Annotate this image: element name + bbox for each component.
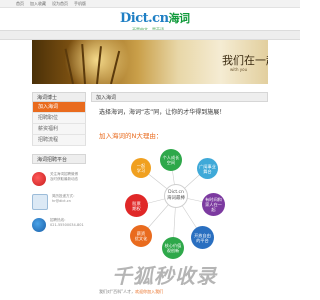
platform-title: 海词招聘平台 — [32, 154, 86, 164]
logo-wordmark-cn: 海词 — [168, 12, 191, 25]
reason-node-family: 有时间和 家人在一起 — [202, 193, 225, 216]
topnav-home[interactable]: 首页 — [16, 0, 24, 7]
hero-banner: 我们在一起 with you — [32, 40, 268, 84]
phone-icon — [32, 218, 46, 232]
sidebar-item-benefits[interactable]: 薪资福利 — [32, 124, 86, 135]
reason-node-platform: 开放自由 的平台 — [191, 226, 214, 249]
mail-icon — [32, 194, 48, 210]
contact-mail-text: 简历投递方式： hr@dict.cn — [52, 194, 77, 204]
reason-node-stock: 股票 期权 — [125, 194, 148, 217]
content-header: 加入海词 — [91, 92, 268, 102]
topnav-mobile[interactable]: 手机版 — [74, 0, 86, 7]
topnav-set-home[interactable]: 设为首页 — [52, 0, 68, 7]
banner-title: 我们在一起 — [222, 54, 268, 67]
reason-node-growth: 个人成长 空间 — [160, 149, 182, 171]
logo-wordmark-latin: Dict.cn — [120, 11, 169, 26]
logo-wordmark: Dict.cn海词 — [120, 10, 190, 26]
reason-node-career: 广阔事业 舞台 — [197, 158, 218, 179]
footer-link[interactable]: 欢迎你加入我们 — [135, 289, 163, 294]
reason-node-learning: 一起 学习 — [131, 158, 151, 178]
sidebar-item-join[interactable]: 加入海词 — [32, 102, 86, 113]
top-nav: 首页 加入收藏 设为首页 手机版 — [16, 0, 86, 7]
sidebar: 海词博士 加入海词 招聘职位 薪资福利 招聘流程 海词招聘平台 关注海词招聘微博… — [32, 92, 86, 232]
contact-line: 及时获取最新动态 — [50, 177, 78, 181]
sidebar-title: 海词博士 — [32, 92, 86, 102]
main-nav-bar — [0, 30, 300, 40]
contact-phone[interactable]: 招聘热线： 021-55500034-801 — [32, 218, 86, 232]
contact-weibo-text: 关注海词招聘微博 及时获取最新动态 — [50, 172, 78, 182]
weibo-icon — [32, 172, 46, 186]
contact-phone-text: 招聘热线： 021-55500034-801 — [50, 218, 84, 228]
contact-mail[interactable]: 简历投递方式： hr@dict.cn — [32, 194, 86, 210]
diagram-hub: Dict.cn 海词最棒 — [164, 184, 188, 208]
site-logo[interactable]: Dict.cn海词 不是中文，是英语 — [120, 10, 190, 32]
watermark-overlay: 千狐秒收录 — [112, 264, 217, 288]
content-footer: 我们对“百科”人才，欢迎你加入我们 — [99, 289, 163, 295]
topnav-bookmark[interactable]: 加入收藏 — [30, 0, 46, 7]
sidebar-item-positions[interactable]: 招聘职位 — [32, 113, 86, 124]
contact-line: 021-55500034-801 — [50, 223, 84, 227]
contact-weibo[interactable]: 关注海词招聘微博 及时获取最新动态 — [32, 172, 86, 186]
reason-node-culture: 薪资 优文化 — [130, 225, 152, 247]
sidebar-item-process[interactable]: 招聘流程 — [32, 135, 86, 146]
footer-text: 我们对“百科”人才， — [99, 289, 136, 294]
reasons-diagram: Dict.cn 海词最棒 个人成长 空间 广阔事业 舞台 有时间和 家人在一起 … — [91, 138, 268, 268]
content-headline: 选择海词，海词“志”同，让你的才华得到施展！ — [99, 109, 226, 116]
contact-line: hr@dict.cn — [52, 199, 71, 203]
banner-subtitle: with you — [230, 67, 248, 72]
top-bar: 首页 加入收藏 设为首页 手机版 — [0, 0, 300, 8]
reason-node-values: 核心价值 观创新 — [162, 237, 184, 259]
